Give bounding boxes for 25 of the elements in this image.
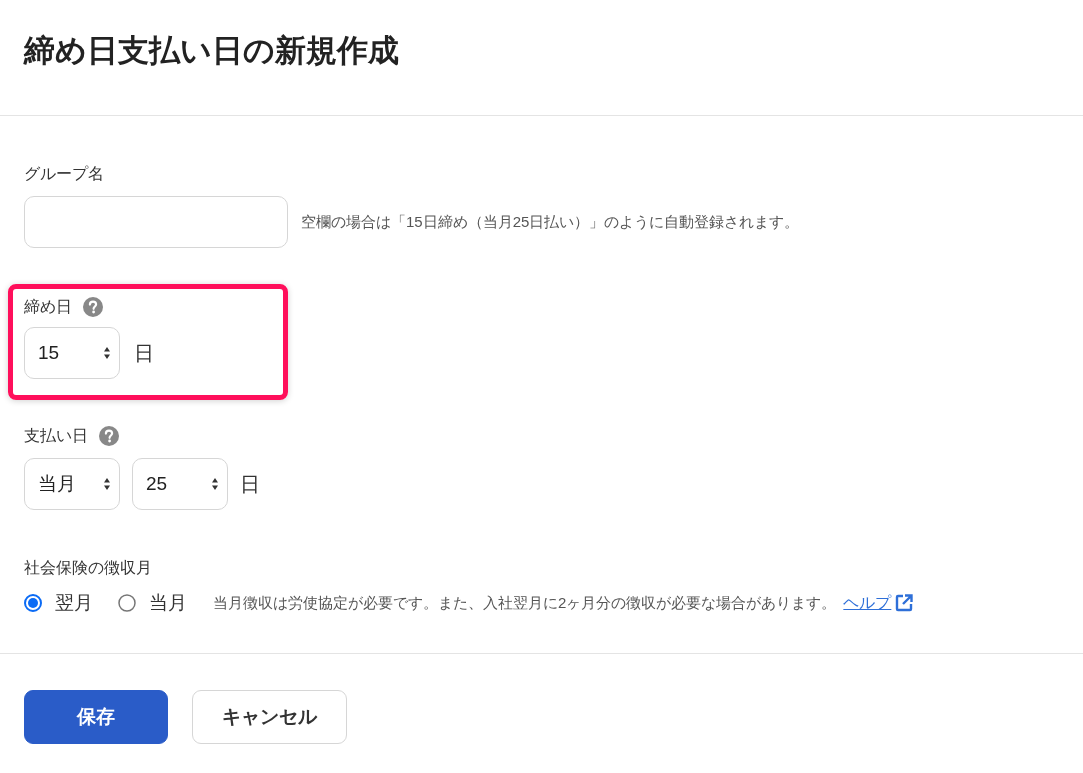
payment-month-select[interactable]: 当月	[24, 458, 120, 510]
note-text: 当月徴収は労使協定が必要です。また、入社翌月に2ヶ月分の徴収が必要な場合があります。	[213, 593, 837, 613]
cancel-button[interactable]: キャンセル	[192, 690, 347, 744]
field-label: 締め日	[24, 297, 72, 317]
help-link[interactable]: ヘルプ	[843, 592, 892, 614]
radio-label[interactable]: 翌月	[55, 590, 93, 616]
radio-icon[interactable]	[118, 594, 136, 612]
help-icon[interactable]	[83, 297, 103, 317]
payment-day-select[interactable]: 25	[132, 458, 228, 510]
save-button[interactable]: 保存	[24, 690, 168, 744]
field-label: 社会保険の徴収月	[24, 558, 152, 578]
group-name-input[interactable]	[24, 196, 288, 248]
up-down-caret-icon	[212, 478, 218, 490]
field-label: グループ名	[24, 164, 104, 184]
help-icon[interactable]	[99, 426, 119, 446]
closing-day-select[interactable]: 15	[24, 327, 120, 379]
hint-text: 空欄の場合は「15日締め（当月25日払い）」のように自動登録されます。	[301, 212, 800, 232]
radio-selected-icon[interactable]	[24, 594, 42, 612]
unit-label: 日	[240, 471, 260, 497]
up-down-caret-icon	[104, 478, 110, 490]
unit-label: 日	[134, 340, 154, 366]
field-label: 支払い日	[24, 426, 88, 446]
page-title: 締め日支払い日の新規作成	[24, 31, 399, 70]
up-down-caret-icon	[104, 347, 110, 359]
radio-label[interactable]: 当月	[149, 590, 187, 616]
